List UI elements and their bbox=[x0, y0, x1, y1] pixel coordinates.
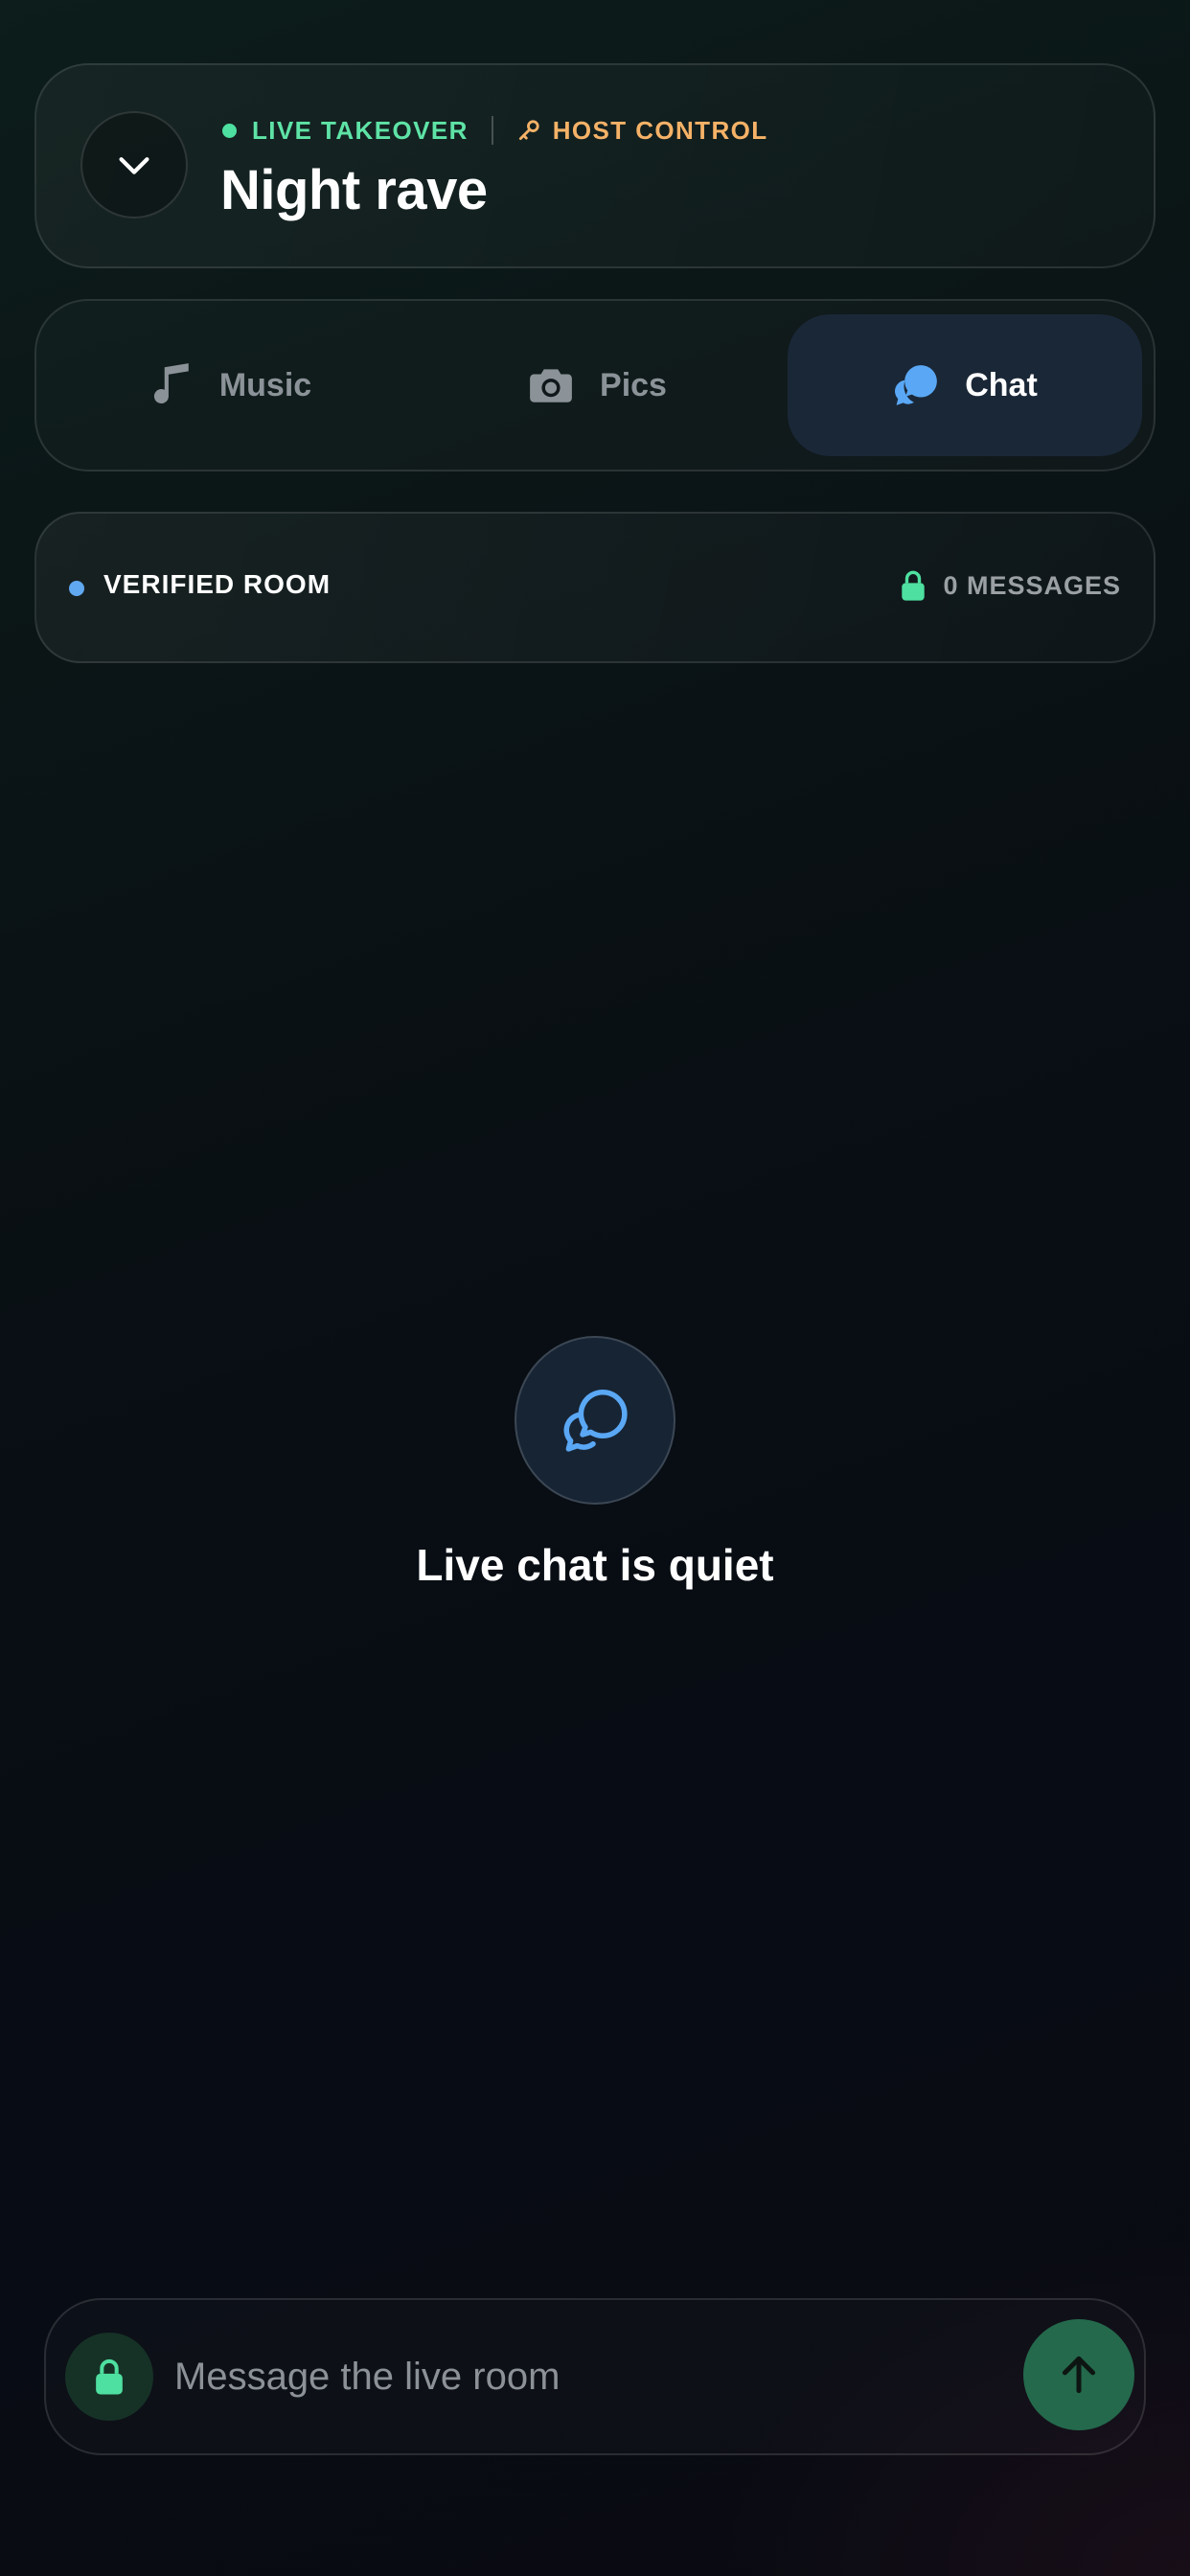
room-title: Night rave bbox=[220, 159, 488, 221]
send-button[interactable] bbox=[1023, 2319, 1134, 2430]
camera-icon bbox=[530, 369, 572, 402]
lock-icon bbox=[902, 570, 926, 601]
live-indicator-dot bbox=[222, 123, 237, 138]
tab-label: Music bbox=[218, 366, 312, 403]
verified-room-label: VERIFIED ROOM bbox=[103, 569, 332, 599]
tab-music[interactable]: Music bbox=[52, 314, 406, 456]
arrow-up-icon bbox=[1062, 2356, 1096, 2394]
verified-dot bbox=[69, 581, 84, 596]
collapse-button[interactable] bbox=[80, 111, 188, 218]
chat-bubbles-icon bbox=[895, 365, 938, 405]
meta-divider bbox=[491, 116, 493, 145]
tab-label: Chat bbox=[965, 366, 1038, 403]
tab-label: Pics bbox=[600, 366, 667, 403]
empty-state-title: Live chat is quiet bbox=[416, 1540, 774, 1590]
host-control-label: HOST CONTROL bbox=[552, 115, 768, 145]
music-note-icon bbox=[153, 363, 189, 404]
chevron-down-icon bbox=[119, 157, 149, 174]
tab-chat[interactable]: Chat bbox=[788, 314, 1142, 456]
live-takeover-label: LIVE TAKEOVER bbox=[252, 115, 469, 145]
empty-state-icon-circle bbox=[515, 1336, 675, 1505]
tab-bar: Music Pics Chat bbox=[34, 299, 1156, 472]
chat-bubbles-icon bbox=[563, 1389, 628, 1452]
message-count: 0 MESSAGES bbox=[943, 570, 1121, 600]
key-icon bbox=[518, 120, 539, 141]
lock-icon bbox=[96, 2358, 123, 2395]
message-composer bbox=[44, 2298, 1146, 2455]
message-counter: 0 MESSAGES bbox=[901, 569, 1121, 602]
room-meta: LIVE TAKEOVER HOST CONTROL bbox=[222, 113, 768, 148]
encryption-badge bbox=[65, 2333, 153, 2421]
room-header: LIVE TAKEOVER HOST CONTROL Night rave bbox=[34, 63, 1156, 268]
message-input[interactable] bbox=[174, 2342, 941, 2411]
tab-pics[interactable]: Pics bbox=[420, 314, 774, 456]
room-status-bar: VERIFIED ROOM 0 MESSAGES bbox=[34, 512, 1156, 663]
